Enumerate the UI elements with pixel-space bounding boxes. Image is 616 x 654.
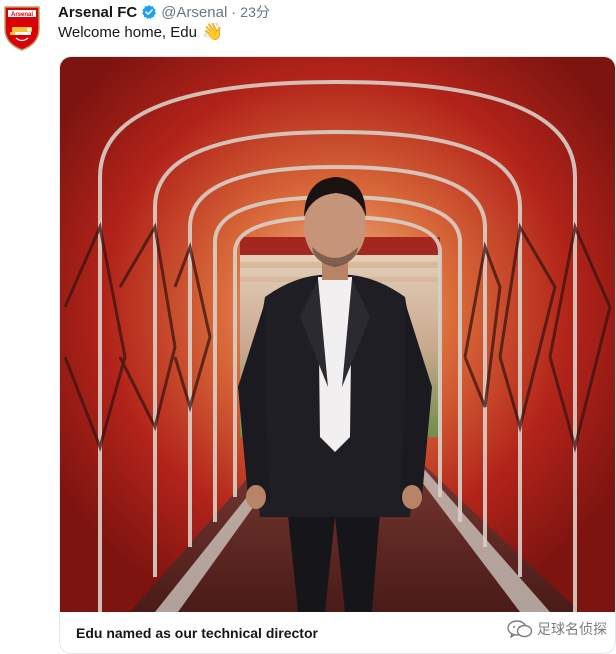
link-card[interactable]: Edu named as our technical director 足球名侦… [59, 56, 616, 654]
author-name[interactable]: Arsenal FC [58, 4, 137, 21]
svg-text:Arsenal: Arsenal [11, 12, 33, 18]
watermark: 足球名侦探 [507, 619, 607, 639]
separator-dot: · [231, 3, 237, 21]
wechat-icon [507, 620, 533, 638]
tweet-timestamp[interactable]: 23分 [240, 2, 270, 22]
tweet-text-content: Welcome home, Edu [58, 23, 197, 41]
arsenal-crest-avatar[interactable]: Arsenal [2, 5, 42, 51]
tweet-header: Arsenal FC @Arsenal · 23分 [58, 2, 270, 22]
verified-badge-icon [142, 5, 157, 19]
tweet-text: Welcome home, Edu 👋 [58, 22, 223, 42]
card-title[interactable]: Edu named as our technical director [76, 625, 318, 641]
waving-hand-emoji: 👋 [201, 22, 224, 41]
author-handle[interactable]: @Arsenal [161, 4, 227, 21]
card-image[interactable] [60, 57, 615, 612]
watermark-text: 足球名侦探 [537, 621, 607, 637]
